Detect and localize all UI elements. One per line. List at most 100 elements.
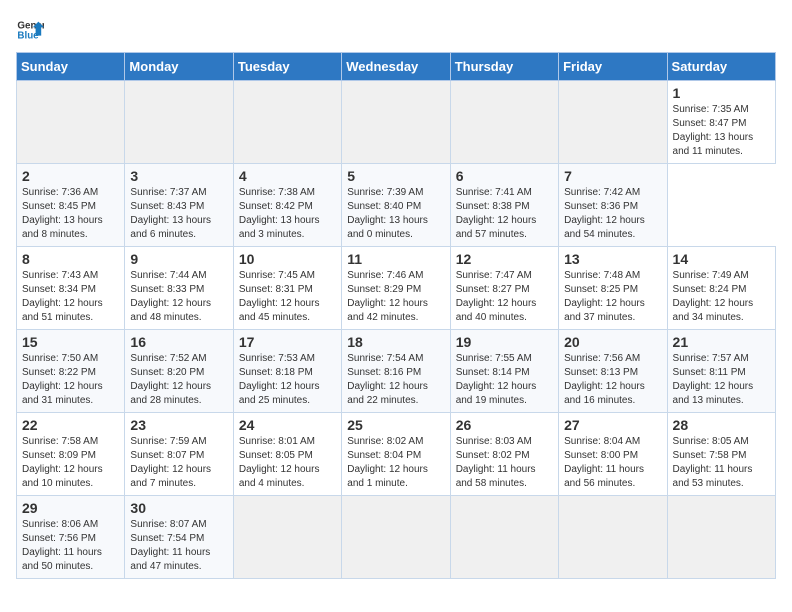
header-day: Monday	[125, 53, 233, 81]
day-number: 9	[130, 251, 227, 267]
day-number: 8	[22, 251, 119, 267]
day-number: 29	[22, 500, 119, 516]
calendar-cell: 6 Sunrise: 7:41 AMSunset: 8:38 PMDaylight…	[450, 164, 558, 247]
day-number: 4	[239, 168, 336, 184]
calendar-cell: 16Sunrise: 7:52 AMSunset: 8:20 PMDayligh…	[125, 330, 233, 413]
day-number: 19	[456, 334, 553, 350]
day-info: Sunrise: 7:47 AMSunset: 8:27 PMDaylight:…	[456, 269, 553, 325]
calendar-header: SundayMondayTuesdayWednesdayThursdayFrid…	[17, 53, 776, 81]
calendar-cell: 1 Sunrise: 7:35 AMSunset: 8:47 PMDaylight…	[667, 81, 775, 164]
calendar-cell: 28 Sunrise: 8:05 AMSunset: 7:58 PMDayligh…	[667, 413, 775, 496]
calendar-cell	[559, 81, 667, 164]
calendar-cell: 18 Sunrise: 7:54 AMSunset: 8:16 PMDayligh…	[342, 330, 450, 413]
day-info: Sunrise: 7:54 AMSunset: 8:16 PMDaylight:…	[347, 352, 444, 408]
day-number: 10	[239, 251, 336, 267]
calendar-cell: 7 Sunrise: 7:42 AMSunset: 8:36 PMDaylight…	[559, 164, 667, 247]
header-day: Saturday	[667, 53, 775, 81]
day-number: 6	[456, 168, 553, 184]
day-number: 22	[22, 417, 119, 433]
day-info: Sunrise: 8:05 AMSunset: 7:58 PMDaylight:…	[673, 435, 770, 491]
calendar-body: 1 Sunrise: 7:35 AMSunset: 8:47 PMDaylight…	[17, 81, 776, 579]
calendar-cell	[450, 81, 558, 164]
calendar-cell	[559, 496, 667, 579]
calendar-week: 2Sunrise: 7:36 AMSunset: 8:45 PMDaylight…	[17, 164, 776, 247]
header-day: Tuesday	[233, 53, 341, 81]
calendar-cell: 8Sunrise: 7:43 AMSunset: 8:34 PMDaylight…	[17, 247, 125, 330]
day-number: 7	[564, 168, 661, 184]
calendar-cell: 17Sunrise: 7:53 AMSunset: 8:18 PMDayligh…	[233, 330, 341, 413]
day-info: Sunrise: 7:53 AMSunset: 8:18 PMDaylight:…	[239, 352, 336, 408]
calendar-cell: 15 Sunrise: 7:50 AMSunset: 8:22 PMDayligh…	[17, 330, 125, 413]
day-info: Sunrise: 8:07 AMSunset: 7:54 PMDaylight:…	[130, 518, 227, 574]
calendar-cell	[667, 496, 775, 579]
day-info: Sunrise: 7:58 AMSunset: 8:09 PMDaylight:…	[22, 435, 119, 491]
calendar-cell: 23Sunrise: 7:59 AMSunset: 8:07 PMDayligh…	[125, 413, 233, 496]
calendar-cell	[125, 81, 233, 164]
day-info: Sunrise: 8:02 AMSunset: 8:04 PMDaylight:…	[347, 435, 444, 491]
day-number: 15	[22, 334, 119, 350]
day-number: 18	[347, 334, 444, 350]
logo: General Blue	[16, 16, 44, 44]
day-number: 1	[673, 85, 770, 101]
calendar-cell: 25 Sunrise: 8:02 AMSunset: 8:04 PMDayligh…	[342, 413, 450, 496]
day-number: 2	[22, 168, 119, 184]
calendar-cell: 9 Sunrise: 7:44 AMSunset: 8:33 PMDaylight…	[125, 247, 233, 330]
calendar-cell: 24 Sunrise: 8:01 AMSunset: 8:05 PMDayligh…	[233, 413, 341, 496]
day-info: Sunrise: 7:35 AMSunset: 8:47 PMDaylight:…	[673, 103, 770, 159]
day-info: Sunrise: 8:04 AMSunset: 8:00 PMDaylight:…	[564, 435, 661, 491]
calendar-cell	[450, 496, 558, 579]
day-number: 14	[673, 251, 770, 267]
calendar-cell: 21Sunrise: 7:57 AMSunset: 8:11 PMDayligh…	[667, 330, 775, 413]
header-day: Friday	[559, 53, 667, 81]
day-number: 28	[673, 417, 770, 433]
day-number: 5	[347, 168, 444, 184]
calendar-week: 22 Sunrise: 7:58 AMSunset: 8:09 PMDayligh…	[17, 413, 776, 496]
day-number: 26	[456, 417, 553, 433]
day-info: Sunrise: 7:41 AMSunset: 8:38 PMDaylight:…	[456, 186, 553, 242]
header-row: SundayMondayTuesdayWednesdayThursdayFrid…	[17, 53, 776, 81]
day-info: Sunrise: 7:38 AMSunset: 8:42 PMDaylight:…	[239, 186, 336, 242]
day-number: 24	[239, 417, 336, 433]
day-number: 13	[564, 251, 661, 267]
day-number: 16	[130, 334, 227, 350]
day-info: Sunrise: 7:45 AMSunset: 8:31 PMDaylight:…	[239, 269, 336, 325]
day-info: Sunrise: 7:55 AMSunset: 8:14 PMDaylight:…	[456, 352, 553, 408]
day-info: Sunrise: 7:46 AMSunset: 8:29 PMDaylight:…	[347, 269, 444, 325]
logo-icon: General Blue	[16, 16, 44, 44]
day-info: Sunrise: 7:44 AMSunset: 8:33 PMDaylight:…	[130, 269, 227, 325]
calendar-cell: 2Sunrise: 7:36 AMSunset: 8:45 PMDaylight…	[17, 164, 125, 247]
day-number: 12	[456, 251, 553, 267]
day-number: 27	[564, 417, 661, 433]
day-number: 20	[564, 334, 661, 350]
calendar-cell: 20 Sunrise: 7:56 AMSunset: 8:13 PMDayligh…	[559, 330, 667, 413]
day-info: Sunrise: 7:56 AMSunset: 8:13 PMDaylight:…	[564, 352, 661, 408]
calendar-cell: 13 Sunrise: 7:48 AMSunset: 8:25 PMDayligh…	[559, 247, 667, 330]
day-info: Sunrise: 8:03 AMSunset: 8:02 PMDaylight:…	[456, 435, 553, 491]
calendar-cell	[233, 81, 341, 164]
day-info: Sunrise: 8:06 AMSunset: 7:56 PMDaylight:…	[22, 518, 119, 574]
calendar-week: 15 Sunrise: 7:50 AMSunset: 8:22 PMDayligh…	[17, 330, 776, 413]
calendar-cell: 3Sunrise: 7:37 AMSunset: 8:43 PMDaylight…	[125, 164, 233, 247]
calendar-cell: 19 Sunrise: 7:55 AMSunset: 8:14 PMDayligh…	[450, 330, 558, 413]
calendar-cell: 5Sunrise: 7:39 AMSunset: 8:40 PMDaylight…	[342, 164, 450, 247]
day-number: 25	[347, 417, 444, 433]
calendar-cell: 30 Sunrise: 8:07 AMSunset: 7:54 PMDayligh…	[125, 496, 233, 579]
calendar-week: 29 Sunrise: 8:06 AMSunset: 7:56 PMDayligh…	[17, 496, 776, 579]
day-info: Sunrise: 7:59 AMSunset: 8:07 PMDaylight:…	[130, 435, 227, 491]
calendar-cell: 27 Sunrise: 8:04 AMSunset: 8:00 PMDayligh…	[559, 413, 667, 496]
day-number: 21	[673, 334, 770, 350]
calendar-cell	[17, 81, 125, 164]
day-number: 30	[130, 500, 227, 516]
calendar-cell	[342, 496, 450, 579]
calendar-cell: 10 Sunrise: 7:45 AMSunset: 8:31 PMDayligh…	[233, 247, 341, 330]
calendar-cell	[342, 81, 450, 164]
day-number: 11	[347, 251, 444, 267]
header-day: Thursday	[450, 53, 558, 81]
calendar-cell: 29 Sunrise: 8:06 AMSunset: 7:56 PMDayligh…	[17, 496, 125, 579]
day-info: Sunrise: 7:50 AMSunset: 8:22 PMDaylight:…	[22, 352, 119, 408]
day-info: Sunrise: 7:42 AMSunset: 8:36 PMDaylight:…	[564, 186, 661, 242]
day-info: Sunrise: 7:48 AMSunset: 8:25 PMDaylight:…	[564, 269, 661, 325]
calendar-table: SundayMondayTuesdayWednesdayThursdayFrid…	[16, 52, 776, 579]
day-info: Sunrise: 8:01 AMSunset: 8:05 PMDaylight:…	[239, 435, 336, 491]
header: General Blue	[16, 16, 776, 44]
